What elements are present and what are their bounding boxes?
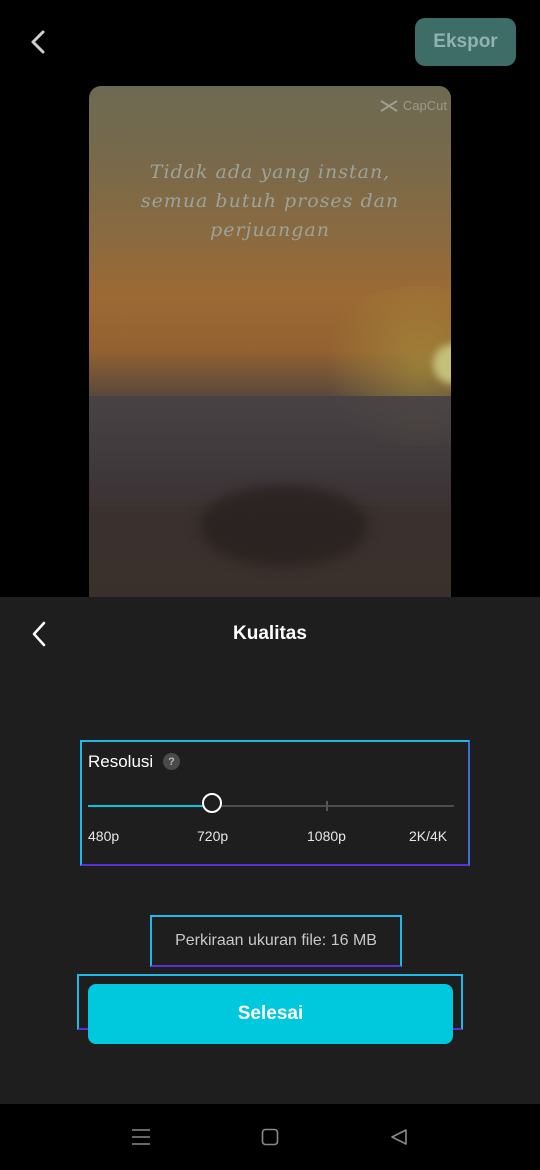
export-screen: Ekspor CapCut Tidak ada yang instan, sem… bbox=[0, 0, 540, 1170]
resolution-slider-fill bbox=[88, 805, 212, 807]
slider-tick bbox=[326, 801, 328, 811]
video-preview: CapCut Tidak ada yang instan, semua butu… bbox=[89, 86, 451, 616]
quote-text: Tidak ada yang instan, semua butuh prose… bbox=[140, 161, 400, 241]
done-button[interactable]: Selesai bbox=[88, 984, 453, 1044]
menu-icon bbox=[132, 1129, 150, 1145]
home-square-icon bbox=[261, 1128, 279, 1146]
resolution-option-1080p[interactable]: 1080p bbox=[307, 828, 346, 844]
resolution-slider-thumb[interactable] bbox=[202, 793, 222, 813]
chevron-left-icon bbox=[31, 30, 45, 54]
resolution-section: Resolusi ? 480p 720p 1080p 2K/4K bbox=[80, 740, 470, 866]
back-button[interactable] bbox=[22, 26, 54, 58]
help-icon[interactable]: ? bbox=[163, 753, 180, 770]
sheet-title: Kualitas bbox=[233, 623, 307, 644]
nav-home-button[interactable] bbox=[255, 1124, 285, 1150]
back-triangle-icon bbox=[391, 1129, 407, 1145]
nav-menu-button[interactable] bbox=[126, 1124, 156, 1150]
nav-back-button[interactable] bbox=[384, 1124, 414, 1150]
resolution-option-480p[interactable]: 480p bbox=[88, 828, 119, 844]
file-size-estimate: Perkiraan ukuran file: 16 MB bbox=[150, 915, 402, 967]
watermark-text: CapCut bbox=[402, 98, 447, 113]
quality-sheet: Kualitas Resolusi ? 480p 720p 1080p 2K/4… bbox=[0, 597, 540, 1104]
resolution-option-2k4k[interactable]: 2K/4K bbox=[409, 828, 447, 844]
rock-graphic bbox=[199, 486, 369, 566]
export-button[interactable]: Ekspor bbox=[415, 18, 516, 66]
resolution-option-720p[interactable]: 720p bbox=[197, 828, 228, 844]
capcut-logo-icon bbox=[380, 99, 398, 112]
capcut-watermark: CapCut bbox=[380, 98, 447, 113]
resolution-slider-track[interactable] bbox=[88, 801, 454, 811]
resolution-label: Resolusi bbox=[88, 752, 154, 771]
system-nav-bar bbox=[0, 1104, 540, 1170]
